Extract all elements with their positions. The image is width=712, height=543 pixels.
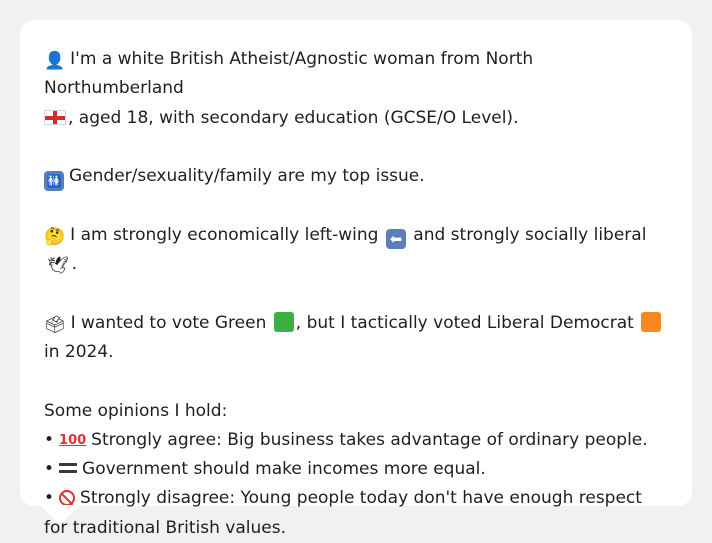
hundred-points-icon: 100 (59, 432, 87, 448)
vote-text-1: I wanted to vote Green (70, 312, 267, 333)
green-square-icon (273, 311, 294, 332)
bullet: • (44, 429, 55, 450)
identity-paragraph: 👤 I'm a white British Atheist/Agnostic wo… (44, 45, 668, 133)
opinion-item: • 100 Strongly agree: Big business takes a… (44, 426, 668, 455)
ballot-box-icon: 🗳 (44, 314, 66, 335)
econ-text-2: and strongly socially liberal (413, 224, 647, 245)
opinion-item: • Government should make incomes more equ… (44, 455, 668, 484)
thinking-face-icon: 🤔 (44, 226, 66, 247)
vote-text-2: , but I tactically voted Liberal Democra… (295, 312, 634, 333)
bullet: • (44, 459, 55, 480)
message-bubble: 👤 I'm a white British Atheist/Agnostic wo… (20, 20, 692, 538)
opinion-item: • Strongly disagree: Young people today d… (44, 484, 668, 543)
opinion-text: Government should make incomes more equa… (82, 459, 486, 480)
vote-paragraph: 🗳 I wanted to vote Green , but I tactical… (44, 309, 668, 368)
vote-text-3: in 2024. (44, 341, 114, 362)
economics-paragraph: 🤔 I am strongly economically left-wing ⬅ … (44, 221, 668, 280)
opinion-text: Strongly disagree: Young people today do… (44, 488, 642, 538)
orange-square-icon (641, 311, 662, 332)
econ-text-3: . (71, 254, 77, 275)
england-flag-icon (44, 109, 66, 125)
identity-text: I'm a white British Atheist/Agnostic wom… (44, 49, 534, 99)
restroom-icon: 🚻 (44, 171, 64, 192)
bubble-tail (40, 505, 80, 525)
equals-icon (59, 463, 78, 474)
issue-paragraph: 🚻 Gender/sexuality/family are my top issu… (44, 162, 668, 192)
dove-icon: 🕊 (47, 256, 69, 277)
econ-text-1: I am strongly economically left-wing (70, 224, 379, 245)
left-arrow-icon: ⬅ (385, 228, 406, 249)
identity-text-2: , aged 18, with secondary education (GCS… (68, 107, 519, 128)
opinion-text: Strongly agree: Big business takes advan… (91, 429, 648, 450)
issue-text: Gender/sexuality/family are my top issue… (69, 166, 425, 187)
opinions-heading: Some opinions I hold: (44, 400, 228, 421)
bust-silhouette-icon: 👤 (44, 51, 66, 71)
